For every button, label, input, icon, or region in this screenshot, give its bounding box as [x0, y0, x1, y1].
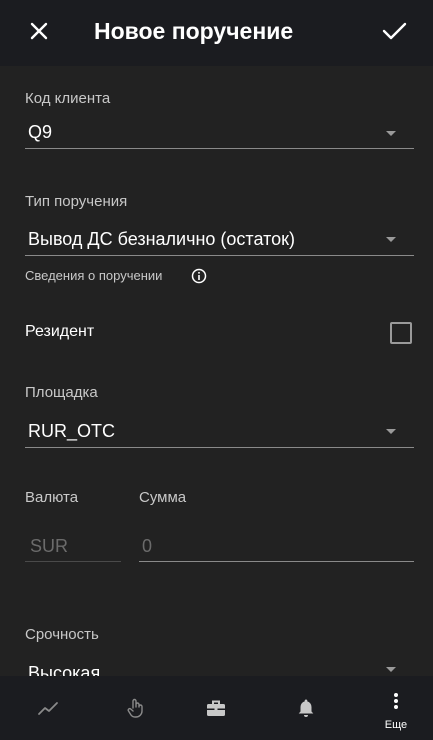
order-type-value: Вывод ДС безналично (остаток) — [28, 229, 296, 249]
urgency-label: Срочность — [25, 626, 99, 643]
client-code-underline — [25, 148, 414, 149]
client-code-value: Q9 — [28, 122, 53, 142]
briefcase-icon[interactable] — [186, 676, 246, 740]
currency-label: Валюта — [25, 489, 79, 506]
currency-value: SUR — [30, 536, 69, 556]
amount-input[interactable]: 0 — [142, 536, 412, 560]
amount-label: Сумма — [139, 489, 187, 506]
bell-icon[interactable] — [276, 676, 336, 740]
close-icon[interactable] — [24, 16, 54, 46]
resident-checkbox[interactable] — [390, 322, 412, 344]
info-icon[interactable] — [191, 268, 207, 284]
client-code-select[interactable]: Q9 — [25, 116, 414, 150]
bottom-nav: Еще — [0, 676, 433, 740]
app-bar: Новое поручение — [0, 0, 433, 66]
check-icon[interactable] — [379, 16, 409, 46]
venue-underline — [25, 447, 414, 448]
order-info-label: Сведения о поручении — [25, 268, 163, 283]
client-code-label: Код клиента — [25, 90, 111, 107]
venue-select[interactable]: RUR_OTC — [25, 414, 414, 448]
dropdown-caret-icon — [386, 131, 396, 136]
order-type-underline — [25, 255, 414, 256]
resident-label: Резидент — [25, 323, 95, 340]
chart-line-icon[interactable] — [18, 676, 78, 740]
order-type-label: Тип поручения — [25, 193, 128, 210]
order-type-select[interactable]: Вывод ДС безналично (остаток) — [25, 222, 414, 256]
currency-underline — [25, 561, 121, 562]
nav-more-label: Еще — [384, 719, 408, 731]
amount-underline — [139, 561, 414, 562]
more-vertical-icon[interactable]: Еще — [366, 676, 426, 740]
venue-label: Площадка — [25, 384, 98, 401]
page-title: Новое поручение — [94, 18, 294, 44]
dropdown-caret-icon — [386, 429, 396, 434]
hand-pointer-icon[interactable] — [106, 676, 166, 740]
dropdown-caret-icon — [386, 237, 396, 242]
venue-value: RUR_OTC — [28, 421, 116, 441]
dropdown-caret-icon — [386, 667, 396, 672]
